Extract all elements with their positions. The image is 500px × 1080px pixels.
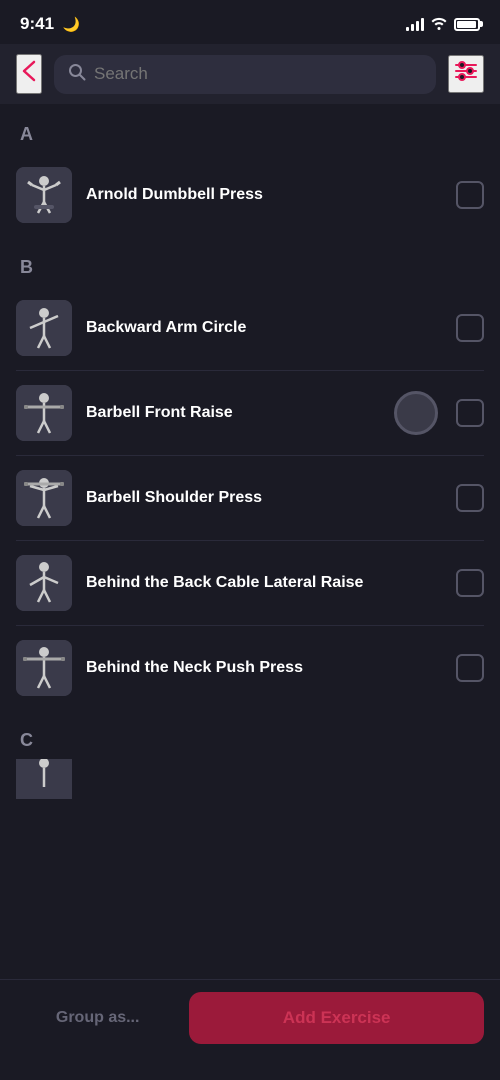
exercise-item-backward-arm-circle: Backward Arm Circle — [16, 286, 484, 371]
status-icons — [406, 16, 480, 33]
add-exercise-button[interactable]: Add Exercise — [189, 992, 484, 1044]
exercise-thumbnail — [16, 759, 72, 799]
exercise-name: Barbell Shoulder Press — [86, 488, 442, 509]
exercise-checkbox[interactable] — [456, 654, 484, 682]
group-as-button[interactable]: Group as... — [16, 993, 179, 1043]
exercise-checkbox[interactable] — [456, 484, 484, 512]
exercise-checkbox[interactable] — [456, 569, 484, 597]
exercise-thumbnail — [16, 385, 72, 441]
search-icon — [68, 63, 86, 86]
exercise-checkbox[interactable] — [456, 314, 484, 342]
exercise-name: Behind the Neck Push Press — [86, 658, 442, 679]
section-header-c: C — [0, 710, 500, 759]
exercise-list-a: Arnold Dumbbell Press — [0, 153, 500, 237]
section-header-a: A — [0, 104, 500, 153]
exercise-item-behind-neck-push: Behind the Neck Push Press — [16, 626, 484, 710]
exercise-name: Barbell Front Raise — [86, 403, 380, 424]
exercise-circle-indicator — [394, 391, 438, 435]
back-button[interactable] — [16, 54, 42, 94]
exercise-name: Arnold Dumbbell Press — [86, 185, 442, 206]
exercise-item-arnold-dumbbell-press: Arnold Dumbbell Press — [16, 153, 484, 237]
section-header-b: B — [0, 237, 500, 286]
moon-icon: 🌙 — [63, 16, 80, 32]
exercise-item-behind-back-cable: Behind the Back Cable Lateral Raise — [16, 541, 484, 626]
signal-bars-icon — [406, 17, 424, 31]
search-input[interactable] — [94, 64, 422, 84]
exercise-checkbox[interactable] — [456, 399, 484, 427]
exercise-checkbox[interactable] — [456, 181, 484, 209]
exercise-thumbnail — [16, 555, 72, 611]
exercise-name: Behind the Back Cable Lateral Raise — [86, 573, 442, 594]
exercise-thumbnail — [16, 300, 72, 356]
search-bar[interactable] — [54, 55, 436, 94]
exercise-item-barbell-front-raise: Barbell Front Raise — [16, 371, 484, 456]
filter-button[interactable] — [448, 55, 484, 93]
top-nav-bar — [0, 44, 500, 104]
exercise-list-b: Backward Arm Circle Barbell Front Raise — [0, 286, 500, 710]
status-time: 9:41 🌙 — [20, 14, 80, 34]
status-bar: 9:41 🌙 — [0, 0, 500, 44]
exercise-thumbnail — [16, 470, 72, 526]
bottom-action-bar: Group as... Add Exercise — [0, 979, 500, 1080]
exercise-thumbnail — [16, 640, 72, 696]
exercise-thumbnail — [16, 167, 72, 223]
wifi-icon — [430, 16, 448, 33]
exercise-item-barbell-shoulder-press: Barbell Shoulder Press — [16, 456, 484, 541]
exercise-list-c — [0, 759, 500, 799]
exercise-name: Backward Arm Circle — [86, 318, 442, 339]
battery-icon — [454, 18, 480, 31]
exercise-item-c-partial — [16, 759, 484, 799]
